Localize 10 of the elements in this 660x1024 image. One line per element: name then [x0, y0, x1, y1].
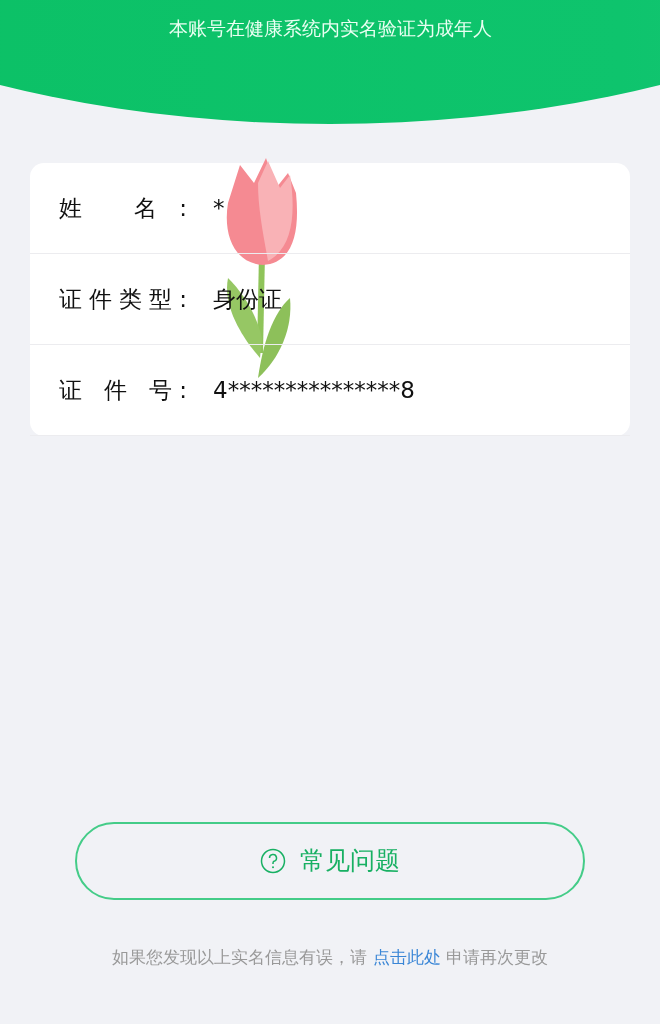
help-icon [260, 848, 286, 874]
footer-note: 如果您发现以上实名信息有误，请 点击此处 申请再次更改 [111, 946, 549, 969]
faq-button[interactable]: 常见问题 [75, 822, 585, 900]
field-value: * [213, 193, 225, 223]
click-here-link[interactable]: 点击此处 [372, 947, 441, 967]
header-subtitle: 本账号在健康系统内实名验证为成年人 [167, 16, 493, 41]
field-label: 姓 名: [59, 193, 187, 223]
field-value: 4***************8 [213, 375, 415, 405]
field-label: 证 件 号: [59, 375, 187, 405]
field-label: 证件类型: [59, 284, 187, 314]
